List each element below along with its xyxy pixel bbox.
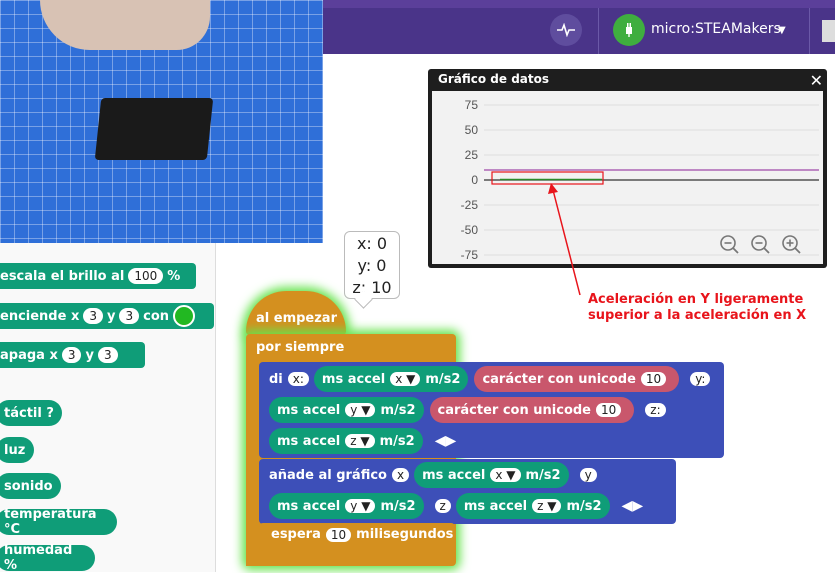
axis-dropdown[interactable]: y ▼ bbox=[345, 499, 376, 513]
reporter-label: ms accel bbox=[277, 402, 341, 418]
reporter-label: ms accel bbox=[321, 371, 386, 387]
arrow-head bbox=[548, 183, 558, 194]
reporter-label: carácter con unicode bbox=[482, 371, 636, 387]
axis-dropdown[interactable]: z ▼ bbox=[345, 434, 375, 448]
axis-value: x bbox=[495, 468, 503, 482]
wait-input[interactable]: 10 bbox=[325, 527, 352, 542]
hat-label: al empezar bbox=[256, 311, 337, 326]
accel-reporter[interactable]: ms accel x ▼ m/s2 bbox=[414, 462, 569, 488]
text-input[interactable]: x bbox=[391, 468, 410, 482]
wait-label: espera bbox=[271, 527, 321, 542]
reporter-unit: m/s2 bbox=[425, 371, 461, 387]
unicode-reporter[interactable]: carácter con unicode 10 bbox=[474, 366, 680, 392]
expand-arrows-icon[interactable]: ◀▶ bbox=[622, 498, 644, 514]
axis-value: x bbox=[395, 372, 403, 386]
annotation-line: Aceleración en Y ligeramente bbox=[588, 292, 804, 307]
reporter-label: ms accel bbox=[277, 498, 341, 514]
annotation-line: superior a la aceleración en X bbox=[588, 308, 807, 323]
unicode-input[interactable]: 10 bbox=[640, 372, 667, 386]
accel-reporter[interactable]: ms accel z ▼ m/s2 bbox=[455, 493, 610, 519]
wait-unit: milisegundos bbox=[356, 527, 454, 542]
unicode-input[interactable]: 10 bbox=[596, 403, 622, 417]
accel-reporter[interactable]: ms accel y ▼ m/s2 bbox=[269, 397, 424, 423]
axis-value: y bbox=[350, 403, 358, 417]
axis-dropdown[interactable]: z ▼ bbox=[532, 499, 562, 513]
forever-arm bbox=[246, 360, 259, 566]
plot-label: añade al gráfico bbox=[269, 467, 387, 483]
wait-block[interactable]: espera 10 milisegundos bbox=[259, 523, 455, 551]
add-to-chart-block[interactable]: añade al gráfico x ms accel x ▼ m/s2 y m… bbox=[259, 459, 676, 524]
axis-value: z bbox=[537, 499, 544, 513]
text-input[interactable]: y bbox=[579, 468, 597, 482]
reporter-label: ms accel bbox=[422, 467, 486, 483]
annotation-arrow bbox=[552, 189, 581, 296]
annotation-text: Aceleración en Y ligeramente superior a … bbox=[588, 292, 806, 324]
reporter-unit: m/s2 bbox=[379, 433, 415, 449]
say-block[interactable]: di x: ms accel x ▼ m/s2 carácter con uni… bbox=[259, 362, 724, 458]
text-input[interactable]: z bbox=[434, 499, 451, 513]
expand-arrows-icon[interactable]: ◀▶ bbox=[435, 433, 457, 449]
reporter-label: ms accel bbox=[277, 433, 341, 449]
accel-reporter[interactable]: ms accel z ▼ m/s2 bbox=[269, 428, 423, 454]
axis-dropdown[interactable]: x ▼ bbox=[490, 468, 521, 482]
reporter-unit: m/s2 bbox=[380, 498, 416, 514]
highlight-box bbox=[491, 171, 604, 185]
unicode-reporter[interactable]: carácter con unicode 10 bbox=[429, 397, 635, 423]
accel-reporter[interactable]: ms accel y ▼ m/s2 bbox=[269, 493, 424, 519]
text-input[interactable]: y: bbox=[690, 372, 711, 386]
say-label: di bbox=[269, 371, 283, 387]
reporter-unit: m/s2 bbox=[566, 498, 602, 514]
reporter-unit: m/s2 bbox=[380, 402, 416, 418]
reporter-label: ms accel bbox=[463, 498, 528, 514]
accel-reporter[interactable]: ms accel x ▼ m/s2 bbox=[313, 366, 469, 392]
text-input[interactable]: x: bbox=[287, 372, 309, 386]
axis-dropdown[interactable]: x ▼ bbox=[390, 372, 421, 386]
axis-value: y bbox=[350, 499, 358, 513]
axis-value: z bbox=[350, 434, 357, 448]
text-input[interactable]: z: bbox=[645, 403, 666, 417]
forever-label: por siempre bbox=[256, 340, 345, 355]
axis-dropdown[interactable]: y ▼ bbox=[345, 403, 376, 417]
reporter-label: carácter con unicode bbox=[437, 402, 591, 418]
reporter-unit: m/s2 bbox=[525, 467, 561, 483]
